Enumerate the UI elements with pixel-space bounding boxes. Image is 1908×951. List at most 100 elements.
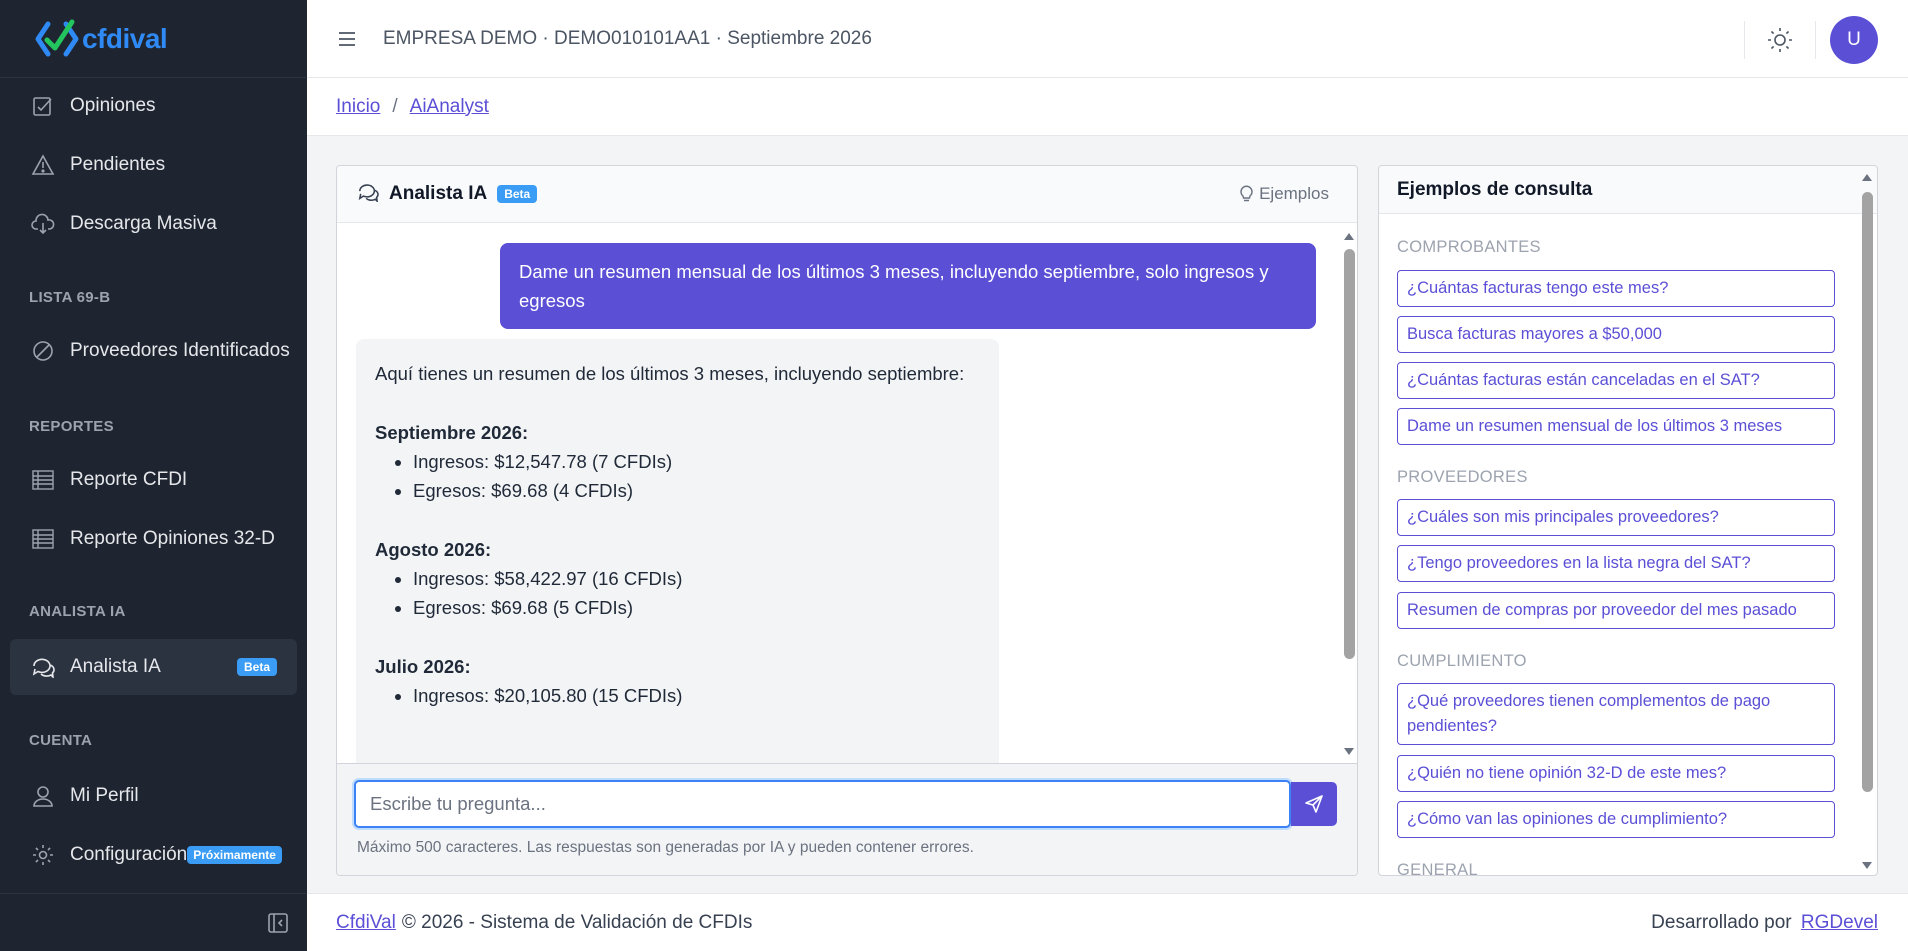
section-lista-69b: LISTA 69-B [29, 289, 111, 306]
logo-mark-icon [35, 19, 79, 56]
chat-messages[interactable]: Dame un resumen mensual de los últimos 3… [337, 223, 1357, 763]
sidebar-item-opiniones[interactable]: Opiniones [10, 78, 297, 134]
ai-month-list: Ingresos: $20,105.80 (15 CFDIs) [413, 681, 980, 710]
breadcrumb: Inicio / AiAnalyst [307, 78, 1908, 136]
example-query-button[interactable]: ¿Quién no tiene opinión 32-D de este mes… [1397, 755, 1835, 792]
breadcrumb-current-link[interactable]: AiAnalyst [410, 96, 489, 118]
hamburger-menu-icon[interactable] [337, 30, 357, 48]
footer-developer-link[interactable]: RGDevel [1801, 912, 1878, 933]
gear-icon [30, 842, 56, 868]
ai-month-line: Egresos: $69.68 (4 CFDIs) [413, 476, 980, 505]
table-list-icon [30, 467, 56, 493]
example-query-button[interactable]: ¿Qué proveedores tienen complementos de … [1397, 683, 1835, 745]
examples-title: Ejemplos de consulta [1379, 166, 1877, 214]
divider [1744, 21, 1745, 59]
clipboard-check-icon [30, 93, 56, 119]
footer-brand-link[interactable]: CfdiVal [336, 912, 396, 934]
sidebar-item-mi-perfil[interactable]: Mi Perfil [10, 768, 297, 824]
footer-copyright: © 2026 - Sistema de Validación de CFDIs [401, 911, 753, 933]
send-button[interactable] [1291, 782, 1337, 826]
warning-triangle-icon [30, 152, 56, 178]
sidebar-item-pendientes[interactable]: Pendientes [10, 137, 297, 193]
user-message: Dame un resumen mensual de los últimos 3… [500, 243, 1316, 329]
ai-month-line: Ingresos: $20,105.80 (15 CFDIs) [413, 681, 980, 710]
sidebar-item-label: Configuración [70, 844, 188, 865]
section-reportes: REPORTES [29, 418, 114, 435]
logo[interactable]: cfdival [0, 0, 307, 78]
examples-section-cumplimiento: CUMPLIMIENTO [1397, 652, 1527, 670]
example-query-button[interactable]: ¿Cuántas facturas están canceladas en el… [1397, 362, 1835, 399]
chat-panel: Analista IA Beta Ejemplos Dame un resume… [336, 165, 1358, 876]
scroll-down-arrow[interactable] [1344, 748, 1354, 755]
top-header: EMPRESA DEMO · DEMO010101AA1 · Septiembr… [307, 0, 1908, 78]
theme-toggle-sun-icon[interactable] [1767, 27, 1793, 53]
example-query-button[interactable]: Dame un resumen mensual de los últimos 3… [1397, 408, 1835, 445]
sidebar-item-descarga-masiva[interactable]: Descarga Masiva [10, 196, 297, 252]
examples-section-proveedores: PROVEEDORES [1397, 468, 1528, 486]
examples-toggle-button[interactable]: Ejemplos [1240, 184, 1329, 204]
ai-month-title: Julio 2026: [375, 656, 471, 677]
scrollbar-thumb[interactable] [1344, 249, 1355, 659]
examples-panel: Ejemplos de consulta COMPROBANTES ¿Cuánt… [1378, 165, 1878, 876]
sidebar-item-configuracion[interactable]: Configuración Próximamente [10, 827, 297, 883]
user-icon [30, 783, 56, 809]
example-query-button[interactable]: ¿Cuántas facturas tengo este mes? [1397, 270, 1835, 307]
divider [1815, 21, 1816, 59]
sidebar-item-label: Descarga Masiva [70, 213, 217, 234]
sidebar: cfdival Opiniones Pendientes Descarga Ma… [0, 0, 307, 951]
scroll-up-arrow[interactable] [1862, 174, 1872, 181]
section-cuenta: CUENTA [29, 732, 93, 749]
sidebar-item-analista-ia[interactable]: Analista IA Beta [10, 639, 297, 695]
sidebar-footer [0, 893, 307, 951]
scroll-up-arrow[interactable] [1344, 233, 1354, 240]
question-input[interactable] [354, 780, 1291, 828]
examples-section-comprobantes: COMPROBANTES [1397, 238, 1541, 256]
example-query-button[interactable]: Busca facturas mayores a $50,000 [1397, 316, 1835, 353]
chat-bubbles-icon [357, 182, 379, 207]
ban-icon [30, 338, 56, 364]
examples-scrollbar[interactable] [1859, 170, 1873, 873]
ai-month-line: Ingresos: $58,422.97 (16 CFDIs) [413, 564, 980, 593]
chat-title: Analista IA [389, 183, 488, 204]
example-query-button[interactable]: ¿Cómo van las opiniones de cumplimiento? [1397, 801, 1835, 838]
beta-badge: Beta [236, 658, 277, 676]
input-hint: Máximo 500 caracteres. Las respuestas so… [357, 839, 974, 856]
sidebar-item-proveedores-identificados[interactable]: Proveedores Identificados [10, 323, 297, 379]
sidebar-item-label: Proveedores Identificados [70, 340, 290, 361]
example-query-button[interactable]: ¿Cuáles son mis principales proveedores? [1397, 499, 1835, 536]
footer-developed-by: Desarrollado por [1651, 911, 1792, 933]
beta-badge: Beta [497, 185, 538, 203]
ai-month-line: Ingresos: $12,547.78 (7 CFDIs) [413, 447, 980, 476]
breadcrumb-separator: / [392, 95, 398, 117]
ai-month-line: Egresos: $69.68 (5 CFDIs) [413, 593, 980, 622]
cloud-download-icon [30, 211, 56, 237]
ai-month-title: Septiembre 2026: [375, 422, 529, 443]
lightbulb-icon [1240, 185, 1253, 203]
sidebar-item-label: Reporte Opiniones 32-D [70, 528, 275, 549]
chat-scrollbar[interactable] [1341, 229, 1355, 759]
ai-month-title: Agosto 2026: [375, 539, 492, 560]
chat-header: Analista IA Beta Ejemplos [337, 166, 1357, 223]
sidebar-item-label: Analista IA [70, 656, 161, 677]
collapse-sidebar-icon[interactable] [267, 912, 289, 934]
sidebar-item-reporte-cfdi[interactable]: Reporte CFDI [10, 452, 297, 508]
chat-bubbles-icon [30, 654, 56, 680]
scrollbar-thumb[interactable] [1862, 192, 1873, 792]
header-actions: U [1744, 16, 1878, 64]
send-icon [1305, 795, 1323, 813]
sidebar-item-label: Reporte CFDI [70, 469, 188, 490]
footer: CfdiVal © 2026 - Sistema de Validación d… [307, 893, 1908, 951]
examples-section-general: GENERAL [1397, 861, 1478, 876]
company-context: EMPRESA DEMO · DEMO010101AA1 · Septiembr… [383, 27, 872, 49]
coming-soon-badge: Próximamente [187, 846, 282, 864]
logo-text: cfdival [82, 22, 168, 54]
ai-message: Aquí tienes un resumen de los últimos 3 … [356, 339, 999, 763]
chat-input-area: Máximo 500 caracteres. Las respuestas so… [337, 763, 1357, 875]
example-query-button[interactable]: ¿Tengo proveedores en la lista negra del… [1397, 545, 1835, 582]
example-query-button[interactable]: Resumen de compras por proveedor del mes… [1397, 592, 1835, 629]
sidebar-item-reporte-opiniones[interactable]: Reporte Opiniones 32-D [10, 511, 297, 567]
user-avatar[interactable]: U [1830, 16, 1878, 64]
scroll-down-arrow[interactable] [1862, 862, 1872, 869]
breadcrumb-home-link[interactable]: Inicio [336, 96, 380, 118]
ai-message-intro: Aquí tienes un resumen de los últimos 3 … [375, 363, 965, 384]
